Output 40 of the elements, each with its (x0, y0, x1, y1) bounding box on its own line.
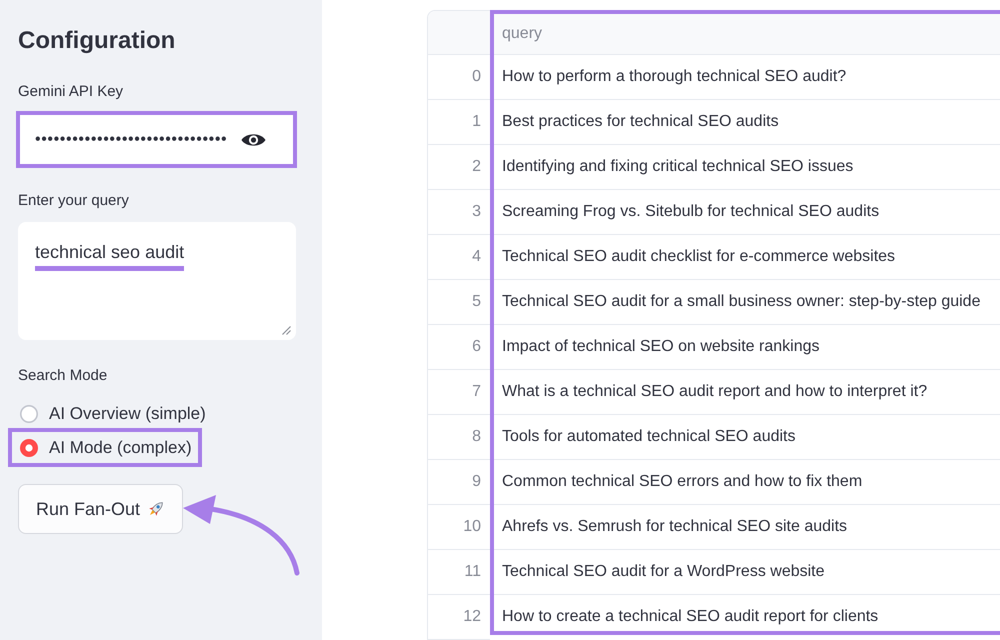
field-label: Gemini API Key (18, 82, 124, 102)
field-label: Search Mode (18, 366, 108, 386)
table-cell: Tools for automated technical SEO audits (494, 415, 1000, 460)
row-index: 1 (428, 100, 490, 145)
radio-option[interactable]: AI Mode (complex) (20, 435, 192, 460)
row-index: 8 (428, 415, 490, 460)
row-index: 12 (428, 595, 490, 640)
resize-handle-icon[interactable] (282, 326, 291, 335)
table-cell: Best practices for technical SEO audits (494, 100, 1000, 145)
eye-icon[interactable] (241, 132, 266, 148)
row-index: 3 (428, 190, 490, 235)
row-index: 6 (428, 325, 490, 370)
table-cell: Technical SEO audit for a WordPress website (494, 550, 1000, 595)
row-index: 2 (428, 145, 490, 190)
row-index: 5 (428, 280, 490, 325)
query-value: technical seo audit (35, 241, 184, 264)
row-index: 11 (428, 550, 490, 595)
run-button[interactable]: Run Fan-Out (18, 484, 184, 534)
row-index: 10 (428, 505, 490, 550)
row-index: 9 (428, 460, 490, 505)
table-cell: Impact of technical SEO on website rankings (494, 325, 1000, 370)
radio-option[interactable]: AI Overview (simple) (8, 401, 206, 426)
masked-value: ••••••••••••••••••••••••••••••• (35, 130, 228, 150)
table-cell: Technical SEO audit for a small business owner: step-by-step guide (494, 280, 1000, 325)
table-cell-text: How to create a technical SEO audit report for clients (501, 607, 880, 627)
row-index: 0 (428, 55, 490, 100)
row-index: 4 (428, 235, 490, 280)
table-cell: Ahrefs vs. Semrush for technical SEO site audits (494, 505, 1000, 550)
table-cell: How to perform a thorough technical SEO audit? (494, 55, 1000, 100)
sidebar-title: Configuration (18, 26, 176, 56)
query-field[interactable]: technical seo audit (18, 222, 296, 340)
password-field[interactable]: ••••••••••••••••••••••••••••••• (20, 115, 293, 164)
table-cell: Identifying and fixing critical technical SEO issues (494, 145, 1000, 190)
table-cell: Common technical SEO errors and how to fix them (494, 460, 1000, 505)
field-label: Enter your query (18, 191, 130, 211)
table-cell: Technical SEO audit checklist for e-commerce websites (494, 235, 1000, 280)
column-header: query (494, 14, 1000, 55)
table-cell: Screaming Frog vs. Sitebulb for technical SEO audits (494, 190, 1000, 235)
row-index: 7 (428, 370, 490, 415)
table-cell: What is a technical SEO audit report and how to interpret it? (494, 370, 1000, 415)
